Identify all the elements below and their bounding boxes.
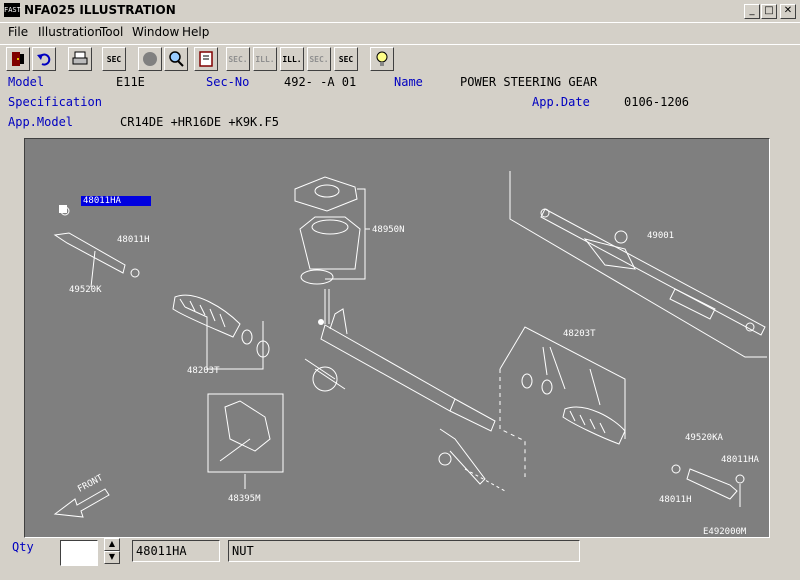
prev-ill-button[interactable]: ILL.	[253, 47, 277, 71]
part-label-48203t-right[interactable]: 48203T	[563, 329, 596, 339]
circle-tool-button[interactable]	[138, 47, 162, 71]
section-query-icon: SEC	[338, 54, 354, 64]
model-label: Model	[8, 75, 45, 89]
section-index-icon: SEC	[106, 54, 122, 64]
qty-label: Qty	[12, 540, 34, 554]
appdate-label: App.Date	[532, 95, 590, 109]
sec-query-button[interactable]: SEC	[334, 47, 358, 71]
part-name-field: NUT	[228, 540, 580, 562]
bottom-bar: Qty ▲ ▼ 48011HA NUT	[0, 538, 800, 580]
name-value: POWER STEERING GEAR	[460, 75, 598, 89]
secno-value: 492- -A 01	[284, 75, 357, 89]
close-button[interactable]: ✕	[780, 4, 796, 19]
spec-label: Specification	[8, 95, 102, 109]
part-label-49001[interactable]: 49001	[647, 231, 674, 241]
part-label-48011ha-selected[interactable]: 48011HA	[81, 196, 151, 206]
qty-decrement-button[interactable]: ▼	[104, 551, 120, 564]
book-icon	[199, 51, 213, 67]
illustration-canvas[interactable]: 48011HA 48011H 49520K 48950N 48203T 4839…	[24, 138, 770, 538]
menu-tool[interactable]: Tool	[100, 25, 123, 39]
zoom-tool-button[interactable]	[164, 47, 188, 71]
part-number-field: 48011HA	[132, 540, 220, 562]
prev-sec-button[interactable]: SEC.	[226, 47, 250, 71]
secno-label: Sec-No	[206, 75, 250, 89]
menu-file[interactable]: File	[8, 25, 28, 39]
appmodel-label: App.Model	[8, 115, 74, 129]
sec-index-button[interactable]: SEC	[102, 47, 126, 71]
undo-arrow-icon	[37, 53, 51, 66]
next-illustration-icon: ILL.	[282, 54, 302, 64]
part-label-49520ka[interactable]: 49520KA	[685, 433, 723, 443]
app-icon: FAST	[4, 3, 21, 17]
name-label: Name	[394, 75, 423, 89]
menu-help[interactable]: Help	[182, 25, 209, 39]
next-section-icon: SEC.	[309, 54, 329, 64]
exit-door-icon	[12, 52, 24, 66]
undo-tool-button[interactable]	[32, 47, 56, 71]
help-bulb-icon	[376, 51, 388, 66]
appmodel-value: CR14DE +HR16DE +K9K.F5	[120, 115, 279, 129]
printer-icon	[72, 51, 88, 65]
minimize-button[interactable]: _	[744, 4, 760, 19]
menu-window[interactable]: Window	[132, 25, 179, 39]
part-label-48203t-left[interactable]: 48203T	[187, 366, 220, 376]
menu-illustration[interactable]: Illustration	[38, 25, 102, 39]
book-tool-button[interactable]	[194, 47, 218, 71]
window-title: NFA025 ILLUSTRATION	[24, 3, 176, 17]
menu-bar: File Illustration Tool Window Help	[0, 22, 800, 42]
qty-increment-button[interactable]: ▲	[104, 538, 120, 551]
circle-icon	[143, 52, 157, 66]
appdate-value: 0106-1206	[624, 95, 690, 109]
part-label-48011ha-right[interactable]: 48011HA	[721, 455, 759, 465]
part-label-48950n[interactable]: 48950N	[372, 225, 405, 235]
part-label-48395m[interactable]: 48395M	[228, 494, 261, 504]
part-label-48011h[interactable]: 48011H	[117, 235, 150, 245]
print-tool-button[interactable]	[68, 47, 92, 71]
magnifier-icon	[169, 51, 184, 67]
qty-input[interactable]	[60, 540, 98, 566]
toolbar: SEC SEC. ILL. ILL. SEC. SEC	[0, 44, 800, 75]
prev-section-icon: SEC.	[228, 54, 248, 64]
next-sec-button[interactable]: SEC.	[307, 47, 331, 71]
exit-tool-button[interactable]	[6, 47, 30, 71]
model-value: E11E	[116, 75, 145, 89]
title-bar: FAST NFA025 ILLUSTRATION _ □ ✕	[0, 0, 800, 23]
figure-id: E492000M	[703, 527, 747, 537]
help-tool-button[interactable]	[370, 47, 394, 71]
maximize-button[interactable]: □	[761, 4, 777, 19]
prev-illustration-icon: ILL.	[255, 54, 275, 64]
part-label-49520k[interactable]: 49520K	[69, 285, 102, 295]
next-ill-button[interactable]: ILL.	[280, 47, 304, 71]
part-label-48011h-right[interactable]: 48011H	[659, 495, 692, 505]
